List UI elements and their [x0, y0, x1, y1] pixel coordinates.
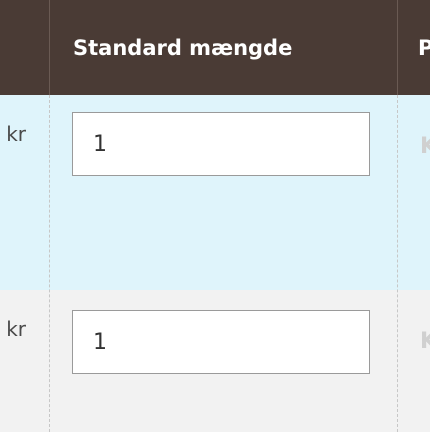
next-cell-clipped-text: K: [420, 330, 430, 354]
standard-quantity-input[interactable]: [72, 112, 370, 176]
table-row: kr K: [0, 290, 430, 432]
table-header: Standard mængde P: [0, 0, 430, 95]
currency-suffix: kr: [6, 122, 26, 146]
standard-quantity-input[interactable]: [72, 310, 370, 374]
table-grid: Standard mængde P kr K kr K: [0, 0, 430, 432]
price-cell-clipped: kr: [0, 290, 26, 432]
currency-suffix: kr: [6, 317, 26, 341]
price-cell-clipped: kr: [0, 95, 26, 290]
header-divider: [397, 0, 398, 95]
table-row: kr K: [0, 95, 430, 290]
column-header-next[interactable]: P: [418, 36, 430, 60]
header-divider: [49, 0, 50, 95]
column-divider: [49, 95, 50, 432]
next-cell-clipped-text: K: [420, 135, 430, 159]
column-divider: [397, 95, 398, 432]
column-header-standard-quantity[interactable]: Standard mængde: [73, 36, 292, 60]
